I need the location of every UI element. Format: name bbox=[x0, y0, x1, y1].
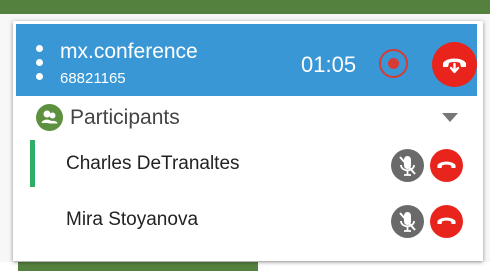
participant-name: Charles DeTranaltes bbox=[66, 153, 240, 174]
disconnect-participant-button[interactable] bbox=[430, 149, 463, 182]
conference-name: mx.conference bbox=[60, 40, 198, 63]
participants-title: Participants bbox=[70, 106, 180, 129]
record-button[interactable] bbox=[378, 48, 409, 79]
background-bar-bottom bbox=[18, 262, 258, 271]
participant-name: Mira Stoyanova bbox=[66, 209, 199, 230]
conference-header: mx.conference 68821165 01:05 bbox=[16, 24, 477, 96]
disconnect-participant-button[interactable] bbox=[430, 205, 463, 238]
conference-panel: mx.conference 68821165 01:05 Participant… bbox=[13, 21, 483, 261]
participant-row: Charles DeTranaltes bbox=[26, 140, 473, 188]
participants-pane: Participants Charles DeTranaltes Mira St… bbox=[26, 96, 473, 258]
phone-hangup-icon bbox=[437, 161, 456, 168]
background-bar-top bbox=[0, 0, 490, 14]
mic-muted-icon bbox=[399, 212, 416, 232]
end-conference-button[interactable] bbox=[432, 42, 477, 87]
mute-participant-button[interactable] bbox=[391, 205, 424, 238]
participant-row: Mira Stoyanova bbox=[26, 196, 473, 244]
conference-number: 68821165 bbox=[60, 70, 126, 87]
call-timer: 01:05 bbox=[301, 52, 357, 77]
participants-pane-header[interactable]: Participants bbox=[36, 104, 473, 132]
caret-down-icon[interactable] bbox=[442, 113, 458, 122]
participants-icon bbox=[36, 104, 63, 131]
phone-hangup-icon bbox=[437, 217, 456, 224]
phone-hangup-icon bbox=[443, 58, 466, 74]
record-icon bbox=[379, 49, 408, 78]
mic-muted-icon bbox=[399, 156, 416, 176]
mute-participant-button[interactable] bbox=[391, 149, 424, 182]
vertical-dots-icon[interactable] bbox=[36, 45, 44, 81]
